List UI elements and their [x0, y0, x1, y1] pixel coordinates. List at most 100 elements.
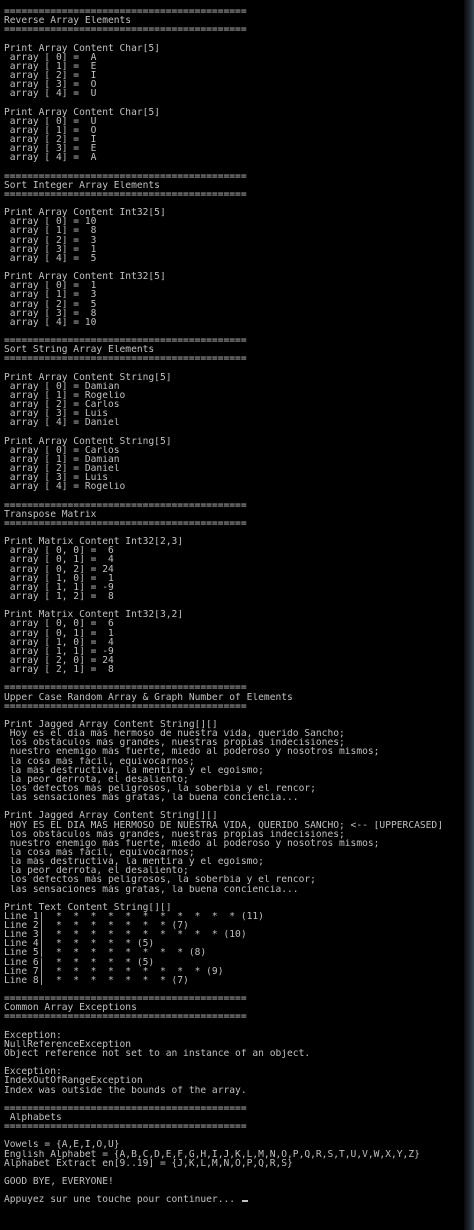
console-line: las sensaciones más gratas, la buena con…: [4, 793, 299, 803]
window-frame-edge: [464, 0, 474, 1230]
console-line: Hoy es el día más hermoso de nuestra vid…: [4, 729, 345, 739]
console-line: HOY ES EL DÍA MÁS HERMOSO DE NUESTRA VID…: [4, 820, 443, 830]
console-line: NullReferenceException: [4, 1039, 132, 1050]
console-window[interactable]: ========================================…: [0, 0, 474, 1230]
console-line: Reverse Array Elements: [4, 16, 132, 26]
console-line: array [ 4] = Daniel: [4, 418, 120, 428]
console-line: Transpose Matrix: [4, 509, 97, 519]
console-line: array [ 3] = O: [4, 80, 97, 90]
console-line: array [ 1, 1] = -9: [4, 646, 114, 656]
console-line: Common Array Exceptions: [4, 1003, 137, 1013]
console-line: array [ 3] = Luis: [4, 409, 108, 419]
console-line: Vowels = {A,E,I,O,U}: [4, 1140, 120, 1150]
console-line: array [ 4] = Rogelio: [4, 482, 126, 492]
console-line: array [ 2] = I: [4, 134, 97, 145]
console-line: array [ 1] = Damian: [4, 454, 120, 465]
continue-prompt: Appuyez sur une touche pour continuer...: [4, 1195, 241, 1205]
console-line: array [ 2] = 3: [4, 235, 97, 245]
console-line: Print Array Content Char[5]: [4, 107, 160, 117]
console-line: array [ 2] = 5: [4, 299, 97, 309]
console-line: array [ 0, 0] = 6: [4, 546, 114, 556]
console-line: Print Array Content Int32[5]: [4, 208, 166, 218]
console-line: ========================================…: [4, 500, 247, 510]
console-line: la más destructiva, la mentira y el egoí…: [4, 857, 264, 867]
console-line: Upper Case Random Array & Graph Number o…: [4, 692, 293, 702]
console-line: ========================================…: [4, 25, 247, 35]
console-line: ========================================…: [4, 1012, 247, 1022]
console-line: array [ 1, 1] = -9: [4, 582, 114, 592]
console-line: array [ 3] = Luis: [4, 473, 108, 483]
console-line: Line 3| * * * * * * * * * * (10): [4, 930, 247, 940]
console-line: array [ 0] = Carlos: [4, 445, 120, 455]
console-line: ========================================…: [4, 189, 247, 199]
console-line: Exception:: [4, 1067, 62, 1077]
console-line: Exception:: [4, 1030, 62, 1040]
console-line: nuestro enemigo más fuerte, miedo al pod…: [4, 838, 380, 848]
console-line: array [ 2, 0] = 24: [4, 655, 114, 666]
console-line: GOOD BYE, EVERYONE!: [4, 1177, 114, 1187]
console-line: array [ 0] = 1: [4, 281, 97, 291]
console-line: Line 6| * * * * * (5): [4, 957, 155, 967]
console-line: Print Text Content String[][]: [4, 902, 172, 912]
console-line: nuestro enemigo más fuerte, miedo al pod…: [4, 747, 380, 757]
console-line: la cosa más fácil, equivocarnos;: [4, 847, 195, 858]
console-line: array [ 1, 0] = 4: [4, 637, 114, 647]
console-line: Alphabets: [4, 1113, 62, 1123]
console-line: English Alphabet = {A,B,C,D,E,F,G,H,I,J,…: [4, 1149, 420, 1159]
console-line: Index was outside the bounds of the arra…: [4, 1085, 247, 1095]
console-line: array [ 0] = U: [4, 116, 97, 126]
console-line: Print Matrix Content Int32[3,2]: [4, 610, 184, 620]
console-line: array [ 2] = Carlos: [4, 400, 120, 410]
console-line: los obstáculos más grandes, nuestras pro…: [4, 829, 345, 839]
console-line: Print Array Content Int32[5]: [4, 272, 166, 282]
console-line: Line 5| * * * * * * * * (8): [4, 948, 207, 958]
console-line: Line 1| * * * * * * * * * * * (11): [4, 911, 264, 922]
console-line: ========================================…: [4, 994, 247, 1004]
console-line: Alphabet Extract en[9..19] = {J,K,L,M,N,…: [4, 1158, 293, 1168]
console-line: array [ 1, 2] = 8: [4, 592, 114, 602]
console-line: ========================================…: [4, 701, 247, 711]
console-line: ========================================…: [4, 1122, 247, 1132]
console-line: array [ 3] = 1: [4, 244, 97, 254]
console-line: array [ 4] = 10: [4, 317, 97, 327]
console-line: Print Array Content String[5]: [4, 436, 172, 446]
console-line: los defectos más peligrosos, la soberbia…: [4, 875, 316, 885]
console-line: array [ 4] = A: [4, 153, 97, 163]
console-line: array [ 2] = I: [4, 70, 97, 81]
console-line: array [ 0, 0] = 6: [4, 619, 114, 629]
console-line: array [ 0] = A: [4, 52, 97, 62]
console-line: array [ 4] = U: [4, 89, 97, 99]
console-line: ========================================…: [4, 336, 247, 346]
console-line: ========================================…: [4, 354, 247, 364]
console-line: array [ 1, 0] = 1: [4, 573, 114, 583]
console-line: la cosa más fácil, equivocarnos;: [4, 756, 195, 766]
console-line: array [ 1] = O: [4, 125, 97, 135]
console-line: Print Jagged Array Content String[][]: [4, 811, 218, 821]
console-line: array [ 0] = Damian: [4, 381, 120, 391]
console-line: array [ 0, 1] = 4: [4, 555, 114, 565]
console-line: array [ 1] = Rogelio: [4, 390, 126, 401]
console-line: Object reference not set to an instance …: [4, 1049, 311, 1059]
console-line: array [ 3] = E: [4, 144, 97, 154]
console-line: Line 8| * * * * * * * (7): [4, 975, 189, 986]
console-line: array [ 2] = Daniel: [4, 464, 120, 474]
console-line: ========================================…: [4, 171, 247, 181]
console-line: los obstáculos más grandes, nuestras pro…: [4, 738, 345, 748]
console-line: la más destructiva, la mentira y el egoí…: [4, 765, 264, 775]
continue-prompt-line[interactable]: Appuyez sur une touche pour continuer...: [4, 1195, 470, 1204]
